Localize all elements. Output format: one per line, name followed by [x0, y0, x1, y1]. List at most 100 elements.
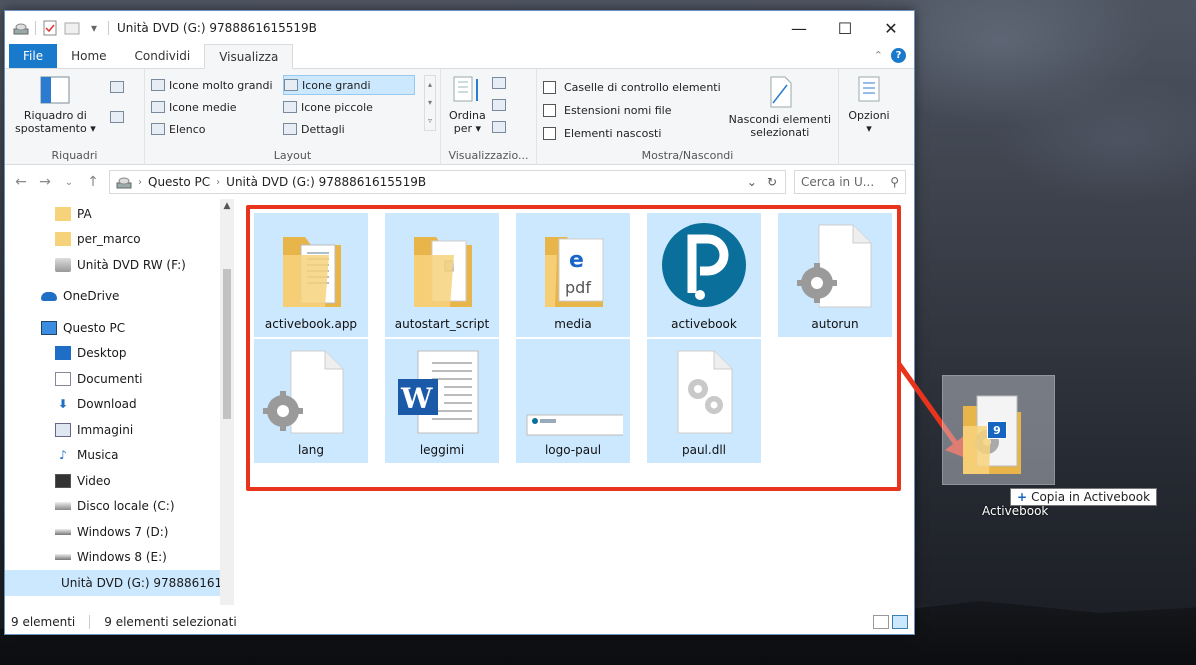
checkbox-label: Caselle di controllo elementi	[564, 80, 721, 94]
nav-item-onedrive[interactable]: OneDrive	[5, 284, 234, 310]
layout-small-icons[interactable]: Icone piccole	[283, 97, 415, 117]
sort-by-button[interactable]: Ordina per ▾	[449, 75, 486, 135]
file-tile[interactable]: activebook.app	[254, 213, 368, 337]
large-icons-view-icon[interactable]	[892, 615, 908, 629]
cloud-icon	[41, 291, 57, 301]
options-button[interactable]: Opzioni ▾	[845, 75, 893, 135]
file-tile[interactable]: autorun	[778, 213, 892, 337]
desktop-folder-label[interactable]: Activebook	[982, 504, 1048, 518]
checkbox-label: Estensioni nomi file	[564, 103, 672, 117]
checkbox[interactable]	[543, 126, 556, 140]
video-icon	[55, 473, 71, 488]
refresh-icon[interactable]: ↻	[767, 175, 777, 189]
checkbox[interactable]	[543, 103, 556, 117]
preview-pane-icon[interactable]	[109, 81, 124, 93]
ribbon-controls: ⌃ ?	[874, 48, 906, 63]
address-dropdown-icon[interactable]: ⌄	[747, 175, 757, 189]
properties-icon[interactable]	[42, 20, 58, 36]
up-icon[interactable]: ↑	[85, 174, 101, 190]
nav-item-music[interactable]: ♪ Musica	[5, 443, 234, 469]
tab-home[interactable]: Home	[57, 44, 120, 68]
nav-item-video[interactable]: Video	[5, 468, 234, 494]
layout-scroll[interactable]: ▴ ▾ ▿	[424, 75, 436, 131]
file-tile[interactable]: lang	[254, 339, 368, 463]
scroll-up-icon[interactable]: ▲	[220, 201, 234, 211]
svg-text:W: W	[400, 382, 433, 415]
navigation-pane: PA per_marco Unità DVD RW (F:) OneDrive …	[5, 199, 235, 605]
nav-item-dvd-rw[interactable]: Unità DVD RW (F:)	[5, 252, 234, 278]
breadcrumb-dvd[interactable]: Unità DVD (G:) 9788861615519B	[226, 175, 426, 189]
file-tile[interactable]: W leggimi	[385, 339, 499, 463]
tab-share[interactable]: Condividi	[121, 44, 205, 68]
nav-item-label: Windows 8 (E:)	[77, 550, 167, 565]
nav-item-pa[interactable]: PA	[5, 201, 234, 227]
nav-pane-label: Riquadro di	[23, 109, 87, 122]
group-by-icon[interactable]	[491, 77, 506, 89]
nav-item-documents[interactable]: Documenti	[5, 366, 234, 392]
breadcrumb-chevron-icon[interactable]: ›	[138, 177, 142, 188]
close-button[interactable]: ✕	[868, 11, 914, 45]
desktop-icon	[55, 346, 71, 361]
settings-file-icon	[785, 217, 885, 317]
address-bar[interactable]: › Questo PC › Unità DVD (G:) 97888616155…	[109, 170, 786, 194]
nav-scrollbar[interactable]: ▲	[220, 199, 234, 605]
nav-item-desktop[interactable]: Desktop	[5, 341, 234, 367]
nav-pane-label-2: spostamento ▾	[15, 122, 96, 135]
details-view-icon[interactable]	[873, 615, 889, 629]
back-icon[interactable]: ←	[13, 174, 29, 190]
dvd-drive-icon	[55, 257, 71, 272]
details-icon	[283, 123, 297, 135]
nav-item-pictures[interactable]: Immagini	[5, 417, 234, 443]
nav-item-per-marco[interactable]: per_marco	[5, 227, 234, 253]
status-bar: 9 elementi 9 elementi selezionati	[5, 609, 914, 634]
help-icon[interactable]: ?	[891, 48, 906, 63]
layout-list[interactable]: Elenco	[151, 119, 283, 139]
scroll-thumb[interactable]	[223, 269, 231, 419]
tab-file[interactable]: File	[9, 44, 58, 68]
layout-medium-icons[interactable]: Icone medie	[151, 97, 283, 117]
nav-item-windows7-d[interactable]: Windows 7 (D:)	[5, 519, 234, 545]
file-name: lang	[298, 443, 324, 457]
layout-large-icons[interactable]: Icone grandi	[283, 75, 415, 95]
item-checkboxes-toggle[interactable]: Caselle di controllo elementi	[543, 77, 721, 97]
nav-item-dvd-g[interactable]: Unità DVD (G:) 978886161⌄	[5, 570, 221, 596]
recent-locations-icon[interactable]: ⌄	[61, 177, 77, 188]
search-placeholder: Cerca in U...	[801, 175, 875, 189]
search-input[interactable]: Cerca in U... ⚲	[794, 170, 906, 194]
file-tile[interactable]: autostart_script	[385, 213, 499, 337]
file-tile[interactable]: e pdf media	[516, 213, 630, 337]
file-extensions-toggle[interactable]: Estensioni nomi file	[543, 100, 721, 120]
nav-item-download[interactable]: ⬇ Download	[5, 392, 234, 418]
add-columns-icon[interactable]	[491, 99, 506, 111]
nav-item-this-pc[interactable]: Questo PC	[5, 315, 234, 341]
maximize-button[interactable]: ☐	[822, 11, 868, 45]
nav-item-label: Questo PC	[63, 320, 126, 335]
address-actions: ⌄ ↻	[747, 175, 785, 189]
file-tile[interactable]: activebook	[647, 213, 761, 337]
breadcrumb-chevron-icon[interactable]: ›	[216, 177, 220, 188]
nav-item-windows8-e[interactable]: Windows 8 (E:)	[5, 545, 234, 571]
group-layout: Icone molto grandi Icone grandi Icone me…	[145, 69, 441, 165]
layout-extra-large-icons[interactable]: Icone molto grandi	[151, 75, 283, 95]
large-icons-icon	[284, 79, 298, 91]
nav-item-label: Desktop	[77, 346, 127, 361]
checkbox[interactable]	[543, 80, 556, 94]
file-tile[interactable]: paul.dll	[647, 339, 761, 463]
minimize-button[interactable]: —	[776, 11, 822, 45]
file-tile[interactable]: logo-paul	[516, 339, 630, 463]
new-folder-icon[interactable]	[64, 20, 80, 36]
nav-item-local-disk-c[interactable]: Disco locale (C:)	[5, 494, 234, 520]
breadcrumb-this-pc[interactable]: Questo PC	[148, 175, 210, 189]
tab-view[interactable]: Visualizza	[204, 44, 294, 69]
navigation-pane-button[interactable]: Riquadro di spostamento ▾	[15, 75, 96, 135]
collapse-ribbon-icon[interactable]: ⌃	[874, 49, 883, 62]
details-pane-icon[interactable]	[109, 111, 124, 123]
forward-icon[interactable]: →	[37, 174, 53, 190]
size-columns-icon[interactable]	[491, 121, 506, 133]
customize-toolbar-icon[interactable]: ▾	[86, 20, 102, 36]
file-name: media	[554, 317, 592, 331]
layout-details[interactable]: Dettagli	[283, 119, 415, 139]
hidden-items-toggle[interactable]: Elementi nascosti	[543, 123, 721, 143]
window-controls: — ☐ ✕	[776, 11, 914, 45]
hide-selected-button[interactable]: Nascondi elementi selezionati	[729, 75, 831, 143]
